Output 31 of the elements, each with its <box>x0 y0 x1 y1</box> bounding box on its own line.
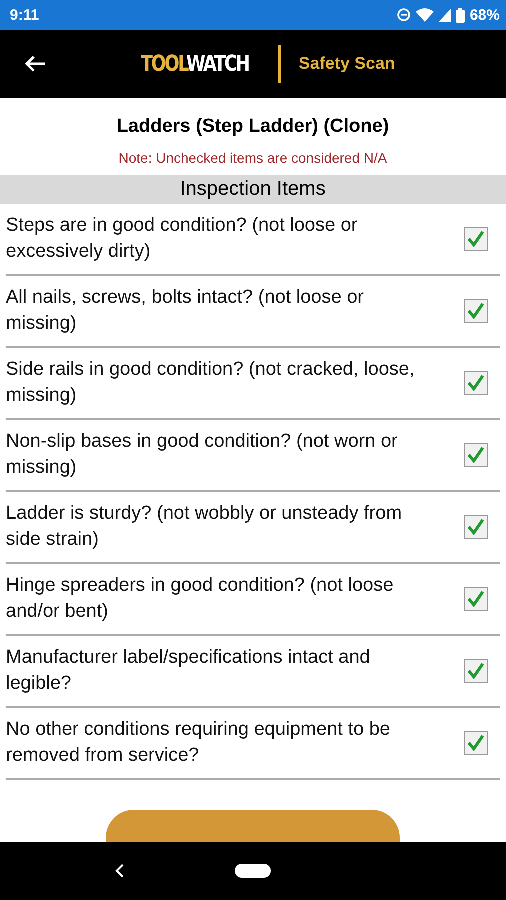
inspection-item: Ladder is sturdy? (not wobbly or unsteady from side strain) <box>6 502 404 552</box>
inspection-item: All nails, screws, bolts intact? (not loose or missing) <box>6 286 365 336</box>
inspection-item: Manufacturer label/specifications intact and legible? <box>6 646 372 696</box>
do-not-disturb-icon <box>396 8 411 22</box>
back-arrow-icon[interactable] <box>24 55 46 73</box>
clock-time: 9:11 <box>10 6 40 24</box>
signal-icon <box>438 8 451 22</box>
checkbox[interactable] <box>464 371 488 395</box>
battery-percent: 68% <box>470 6 500 24</box>
home-pill-icon[interactable] <box>235 864 271 878</box>
wifi-icon <box>416 8 434 22</box>
inspection-item: Hinge spreaders in good condition? (not loose and/or bent) <box>6 574 395 624</box>
checkbox[interactable] <box>464 515 488 539</box>
checkbox[interactable] <box>464 227 488 251</box>
checkbox[interactable] <box>464 587 488 611</box>
action-button[interactable] <box>106 810 400 842</box>
back-icon[interactable] <box>115 864 125 878</box>
checkbox[interactable] <box>464 659 488 683</box>
checklist-title: Ladders (Step Ladder) (Clone) <box>116 116 390 138</box>
checkbox[interactable] <box>464 299 488 323</box>
section-header: Inspection Items <box>0 175 506 204</box>
battery-icon <box>456 8 465 22</box>
checkbox[interactable] <box>464 443 488 467</box>
note-text: Note: Unchecked items are considered N/A <box>118 150 388 166</box>
inspection-item: Side rails in good condition? (not cracked, loose, missing) <box>6 358 416 408</box>
logo: TOOLWATCH <box>141 52 249 76</box>
app-subtitle: Safety Scan <box>298 54 396 74</box>
checkbox[interactable] <box>464 731 488 755</box>
inspection-item: Steps are in good condition? (not loose or excessively dirty) <box>6 214 359 264</box>
inspection-item: Non-slip bases in good condition? (not worn or missing) <box>6 430 399 480</box>
inspection-item: No other conditions requiring equipment to be removed from service? <box>6 718 392 768</box>
